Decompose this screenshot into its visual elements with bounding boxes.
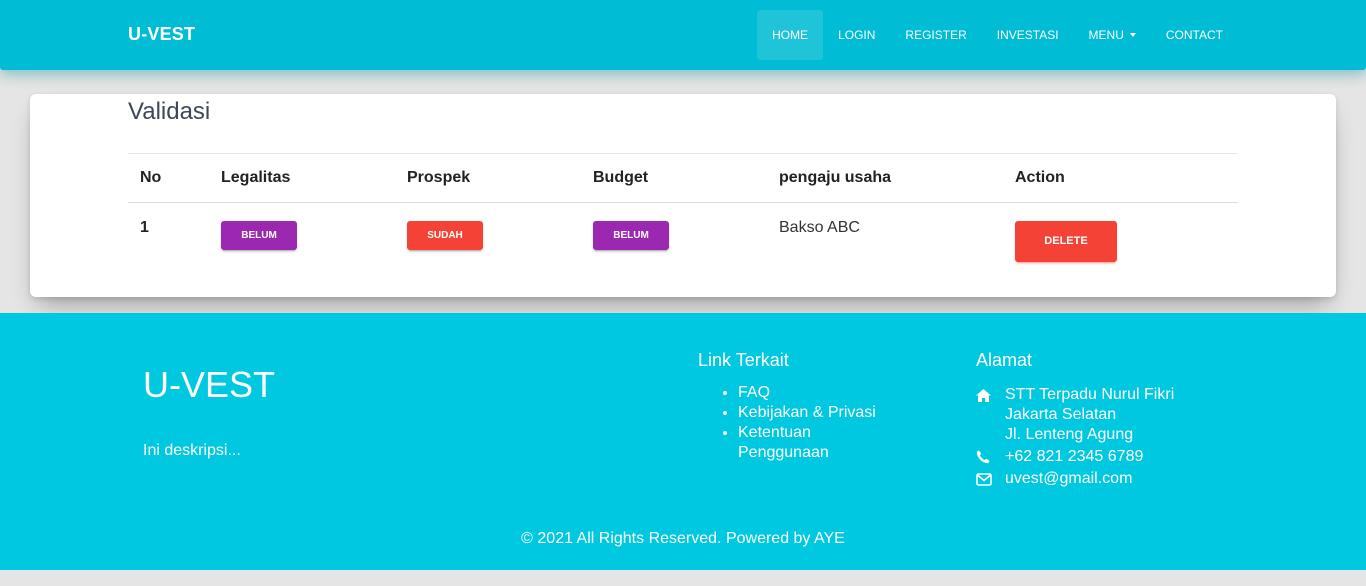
- nav-item-home[interactable]: HOME: [757, 10, 824, 60]
- footer-address: STT Terpadu Nurul Fikri Jakarta Selatan …: [976, 385, 1236, 491]
- footer-phone: +62 821 2345 6789: [1005, 448, 1144, 465]
- footer-link-terms[interactable]: Ketentuan Penggunaan: [738, 423, 888, 463]
- email-row: uvest@gmail.com: [976, 469, 1236, 489]
- nav-item-menu-dropdown[interactable]: MENU: [1074, 10, 1151, 60]
- caret-down-icon: [1129, 33, 1136, 37]
- legalitas-status-button[interactable]: BELUM: [221, 221, 297, 250]
- phone-icon: [976, 447, 1005, 467]
- table-row: 1 BELUM SUDAH BELUM Bakso ABC DELETE: [128, 203, 1238, 296]
- phone-row: +62 821 2345 6789: [976, 447, 1236, 467]
- address-line-2: Jakarta Selatan: [1005, 406, 1117, 423]
- validasi-table: No Legalitas Prospek Budget pengaju usah…: [128, 153, 1238, 296]
- col-header-prospek: Prospek: [395, 153, 581, 203]
- table-header-row: No Legalitas Prospek Budget pengaju usah…: [128, 153, 1238, 203]
- footer-description: Ini deskripsi...: [143, 442, 241, 459]
- cell-action: DELETE: [1003, 203, 1238, 296]
- footer-brand: U-VEST: [143, 364, 276, 405]
- nav-item-contact[interactable]: CONTACT: [1151, 10, 1238, 60]
- validasi-card: Validasi No Legalitas Prospek Budget pen…: [30, 94, 1336, 297]
- cell-no: 1: [140, 219, 149, 236]
- delete-button[interactable]: DELETE: [1015, 221, 1117, 262]
- copyright-text: © 2021 All Rights Reserved. Powered by A…: [521, 530, 845, 547]
- address-line-3: Jl. Lenteng Agung: [1005, 426, 1134, 443]
- navbar-brand[interactable]: U-VEST: [128, 24, 195, 45]
- cell-prospek: SUDAH: [395, 203, 581, 296]
- col-header-legalitas: Legalitas: [209, 153, 395, 203]
- footer-address-title: Alamat: [976, 350, 1033, 370]
- prospek-status-button[interactable]: SUDAH: [407, 221, 483, 250]
- envelope-icon: [976, 469, 1005, 489]
- nav-menu: HOME LOGIN REGISTER INVESTASI MENU CONTA…: [757, 10, 1238, 60]
- page-title: Validasi: [128, 98, 211, 125]
- address-row: STT Terpadu Nurul Fikri Jakarta Selatan …: [976, 385, 1236, 445]
- nav-item-investasi[interactable]: INVESTASI: [982, 10, 1074, 60]
- col-header-pengaju: pengaju usaha: [767, 153, 1003, 203]
- footer-link-privacy[interactable]: Kebijakan & Privasi: [738, 403, 888, 423]
- col-header-budget: Budget: [581, 153, 767, 203]
- cell-budget: BELUM: [581, 203, 767, 296]
- col-header-no: No: [128, 153, 209, 203]
- address-line-1: STT Terpadu Nurul Fikri: [1005, 386, 1175, 403]
- footer-links-title: Link Terkait: [698, 350, 789, 370]
- cell-legalitas: BELUM: [209, 203, 395, 296]
- col-header-action: Action: [1003, 153, 1238, 203]
- footer-email[interactable]: uvest@gmail.com: [1005, 469, 1132, 489]
- budget-status-button[interactable]: BELUM: [593, 221, 669, 250]
- nav-item-login[interactable]: LOGIN: [823, 10, 890, 60]
- footer-links: FAQ Kebijakan & Privasi Ketentuan Penggu…: [738, 383, 888, 463]
- home-icon: [976, 385, 1005, 405]
- cell-pengaju: Bakso ABC: [779, 219, 860, 236]
- footer-link-faq[interactable]: FAQ: [738, 383, 888, 403]
- nav-item-register[interactable]: REGISTER: [890, 10, 981, 60]
- navbar: U-VEST HOME LOGIN REGISTER INVESTASI MEN…: [0, 0, 1366, 70]
- footer: U-VEST Ini deskripsi... Link Terkait FAQ…: [0, 313, 1366, 570]
